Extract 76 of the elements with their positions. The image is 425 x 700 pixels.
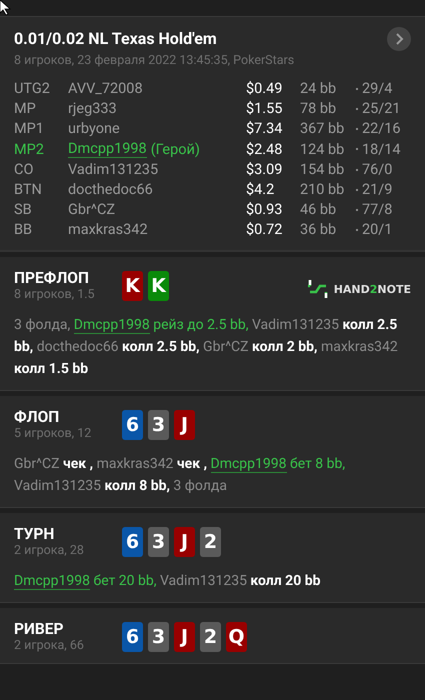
stack-amount: $0.72 xyxy=(246,221,284,238)
street-title: ТУРН xyxy=(14,525,56,543)
player-stats: 21/9 xyxy=(362,181,394,198)
logo-icon xyxy=(308,279,328,299)
position-label: MP xyxy=(14,100,37,117)
stack-bb: 78 bb xyxy=(300,100,338,117)
player-name: rjeg333 xyxy=(68,100,117,117)
chevron-right-icon xyxy=(394,33,404,45)
stack-amount: $7.34 xyxy=(246,120,284,137)
playing-card: 6 xyxy=(122,527,143,557)
player-stats: 77/8 xyxy=(362,201,394,218)
stack-bb: 367 bb xyxy=(300,120,346,137)
street-subtitle: 8 игроков, 1.5 xyxy=(14,287,96,302)
position-label: MP1 xyxy=(14,120,45,137)
player-name: docthedoc66 xyxy=(68,181,153,198)
stack-bb: 154 bb xyxy=(300,161,346,178)
position-label: BB xyxy=(14,221,34,238)
player-stats: 22/16 xyxy=(362,120,402,137)
hand-title: 0.01/0.02 NL Texas Hold'em xyxy=(14,29,217,48)
player-stats: 18/14 xyxy=(362,140,402,158)
player-link[interactable]: Dmcpp1998 xyxy=(14,573,90,590)
playing-card: 3 xyxy=(148,410,169,440)
player-link[interactable]: Dmcpp1998 xyxy=(74,317,150,334)
cursor-icon xyxy=(0,0,11,15)
action-log: Gbr^CZ чек , maxkras342 чек , Dmcpp1998 бет 8 bb, Vadim131235 колл 8 bb, 3 фолда xyxy=(14,455,346,496)
playing-card: 3 xyxy=(148,527,169,557)
player-stats: 29/4 xyxy=(362,80,394,97)
playing-card: 2 xyxy=(200,622,221,652)
position-label: BTN xyxy=(14,181,43,198)
logo-text: HAND2NOTE xyxy=(334,282,411,296)
playing-card: 6 xyxy=(122,410,143,440)
playing-card: 3 xyxy=(148,622,169,652)
player-link[interactable]: Dmcpp1998 xyxy=(210,456,287,473)
playing-card: J xyxy=(174,622,195,652)
player-name: AVV_72008 xyxy=(68,80,143,97)
next-button[interactable] xyxy=(387,27,411,51)
player-name: urbyone xyxy=(68,120,120,137)
street-subtitle: 2 игрока, 66 xyxy=(14,638,85,653)
playing-card: 6 xyxy=(122,622,143,652)
stack-amount: $2.48 xyxy=(246,140,284,158)
player-name: maxkras342 xyxy=(68,221,148,238)
stack-amount: $0.49 xyxy=(246,80,284,97)
hero-label: (Герой) xyxy=(150,141,200,158)
playing-card: K xyxy=(122,271,143,301)
stack-bb: 24 bb xyxy=(300,80,338,97)
player-name: Gbr^CZ xyxy=(68,201,116,218)
stack-bb: 210 bb xyxy=(300,181,346,198)
stack-amount: $4.2 xyxy=(246,181,276,198)
stack-bb: 46 bb xyxy=(300,201,338,218)
street-title: ФЛОП xyxy=(14,408,60,426)
player-stats: 25/21 xyxy=(362,100,402,117)
street-title: РИВЕР xyxy=(14,620,64,638)
street-title: ПРЕФЛОП xyxy=(14,269,90,287)
street-subtitle: 5 игроков, 12 xyxy=(14,426,92,441)
action-log: 3 фолда, Dmcpp1998 рейз до 2.5 bb, Vadim131235 колл 2.5 bb, docthedoc66 колл 2.5 bb, Gbr^CZ колл 2 bb, maxkras342 колл 1.5 bb xyxy=(14,316,399,379)
playing-card: J xyxy=(174,527,195,557)
stack-bb: 124 bb xyxy=(300,140,346,158)
stack-amount: $1.55 xyxy=(246,100,284,117)
player-stats: 76/0 xyxy=(362,161,394,178)
player-link[interactable]: Dmcpp1998 xyxy=(68,140,147,158)
action-log: Dmcpp1998 бет 20 bb, Vadim131235 колл 20 bb xyxy=(14,572,322,592)
player-stats: 20/1 xyxy=(362,221,394,238)
position-label: SB xyxy=(14,201,33,218)
street-subtitle: 2 игрока, 28 xyxy=(14,543,85,558)
stack-amount: $3.09 xyxy=(246,161,284,178)
hand-subtitle: 8 игроков, 23 февраля 2022 13:45:35, PokerStars xyxy=(14,53,296,68)
position-label: MP2 xyxy=(14,140,45,158)
playing-card: 2 xyxy=(200,527,221,557)
stack-bb: 36 bb xyxy=(300,221,338,238)
position-label: CO xyxy=(14,161,34,178)
position-label: UTG2 xyxy=(14,80,51,97)
playing-card: J xyxy=(174,410,195,440)
playing-card: K xyxy=(148,271,169,301)
player-name: Vadim131235 xyxy=(68,161,158,178)
stack-amount: $0.93 xyxy=(246,201,284,218)
playing-card: Q xyxy=(226,622,247,652)
